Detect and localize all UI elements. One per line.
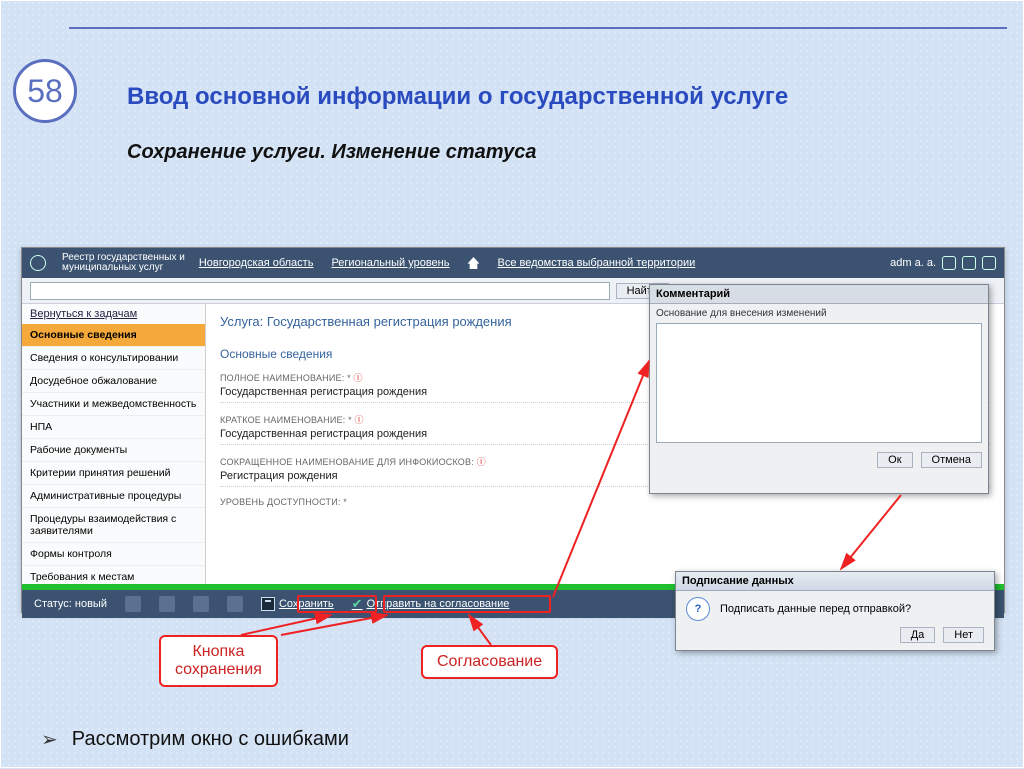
search-input[interactable]	[30, 282, 610, 300]
sidebar-item[interactable]: Процедуры взаимодействия с заявителями	[22, 508, 205, 543]
highlight-send	[383, 595, 551, 613]
sign-dialog-title: Подписание данных	[676, 572, 994, 591]
sidebar-item[interactable]: Требования к местам предоставления	[22, 566, 205, 584]
floppy-icon	[261, 597, 275, 611]
chat-icon[interactable]	[942, 256, 956, 270]
slide-subtitle: Сохранение услуги. Изменение статуса	[127, 141, 536, 164]
sidebar-item[interactable]: Рабочие документы	[22, 439, 205, 462]
app-topbar: Реестр государственных и муниципальных у…	[22, 248, 1004, 278]
comment-dialog-title: Комментарий	[650, 285, 988, 304]
service-prefix: Услуга:	[220, 314, 267, 329]
sidebar-item[interactable]: НПА	[22, 416, 205, 439]
callout-approve: Согласование	[421, 645, 558, 679]
back-link[interactable]: Вернуться к задачам	[22, 304, 205, 324]
chevron-right-icon: ➢	[41, 727, 58, 752]
callout-save: Кнопка сохранения	[159, 635, 278, 687]
status-label: Статус: новый	[34, 598, 107, 610]
doc-icon[interactable]	[193, 596, 209, 612]
sidebar-item[interactable]: Досудебное обжалование	[22, 370, 205, 393]
nav-region[interactable]: Новгородская область	[199, 257, 314, 269]
sidebar-item[interactable]: Сведения о консультировании	[22, 347, 205, 370]
comment-cancel-button[interactable]: Отмена	[921, 452, 982, 468]
comment-dialog: Комментарий Основание для внесения измен…	[649, 284, 989, 494]
app-logo-icon	[30, 255, 46, 271]
user-name: adm a. a.	[890, 257, 936, 269]
footer-bullet: ➢ Рассмотрим окно с ошибками	[41, 727, 349, 752]
help-icon[interactable]: ⓘ	[477, 457, 486, 467]
question-icon: ?	[686, 597, 710, 621]
sign-dialog: Подписание данных ? Подписать данные пер…	[675, 571, 995, 651]
slide-number: 58	[13, 59, 77, 123]
sidebar-item[interactable]: Административные процедуры	[22, 485, 205, 508]
sidebar: Вернуться к задачам Основные сведения Св…	[22, 304, 206, 584]
export-icon[interactable]	[227, 596, 243, 612]
slide-title: Ввод основной информации о государственн…	[127, 83, 993, 111]
sign-dialog-text: Подписать данные перед отправкой?	[720, 603, 911, 615]
registry-title: Реестр государственных и муниципальных у…	[62, 253, 185, 273]
nav-level[interactable]: Региональный уровень	[331, 257, 449, 269]
footer-text: Рассмотрим окно с ошибками	[72, 728, 349, 751]
sidebar-item[interactable]: Участники и межведомственность	[22, 393, 205, 416]
sidebar-item[interactable]: Формы контроля	[22, 543, 205, 566]
highlight-save	[297, 595, 377, 613]
comment-textarea[interactable]	[656, 323, 982, 443]
info-icon[interactable]	[962, 256, 976, 270]
sign-no-button[interactable]: Нет	[943, 627, 984, 643]
service-name: Государственная регистрация рождения	[267, 314, 512, 329]
home-icon[interactable]	[467, 257, 479, 269]
sidebar-item[interactable]: Основные сведения	[22, 324, 205, 347]
monitor-icon[interactable]	[159, 596, 175, 612]
help-icon[interactable]: ⓘ	[355, 415, 364, 425]
sign-yes-button[interactable]: Да	[900, 627, 936, 643]
comment-dialog-label: Основание для внесения изменений	[650, 304, 988, 323]
sidebar-item[interactable]: Критерии принятия решений	[22, 462, 205, 485]
help-icon[interactable]: ⓘ	[354, 373, 363, 383]
field-label-access: УРОВЕНЬ ДОСТУПНОСТИ: *	[220, 497, 990, 507]
comment-ok-button[interactable]: Ок	[877, 452, 912, 468]
logout-icon[interactable]	[982, 256, 996, 270]
nav-scope[interactable]: Все ведомства выбранной территории	[497, 257, 695, 269]
print-icon[interactable]	[125, 596, 141, 612]
